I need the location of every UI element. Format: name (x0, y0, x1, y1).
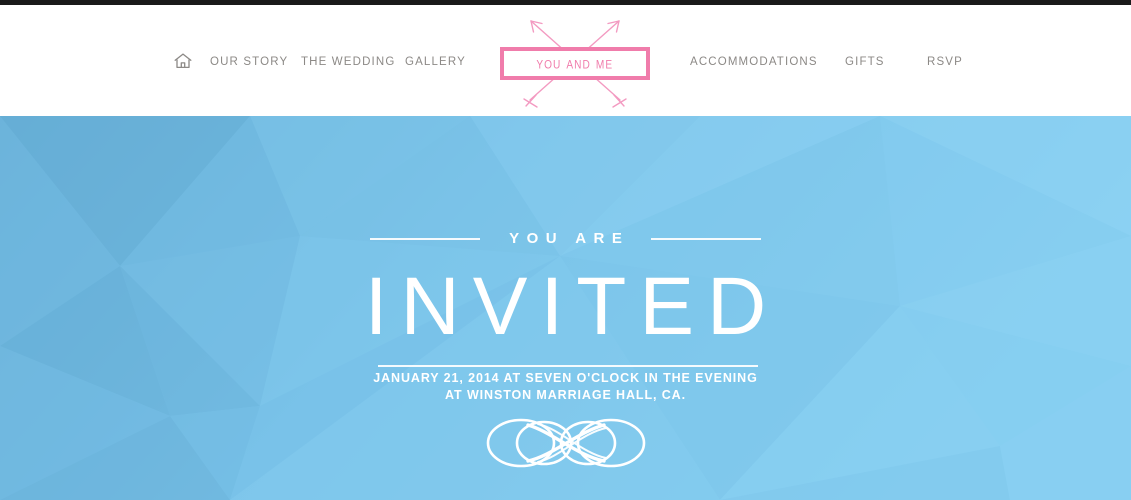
home-icon[interactable] (172, 51, 194, 71)
nav-item-gallery[interactable]: GALLERY (405, 56, 466, 68)
hero-venue-line: AT WINSTON MARRIAGE HALL, CA. (445, 388, 686, 402)
hero-divider-rule (378, 365, 758, 367)
nav-item-accommodations[interactable]: ACCOMMODATIONS (690, 56, 818, 68)
eyebrow-rule-right (651, 237, 762, 240)
calligraphic-flourish-ornament (466, 412, 666, 474)
logo-text: You and Me (536, 53, 614, 73)
main-navigation: OUR STORY THE WEDDING GALLERY ACCOMMODAT… (0, 5, 1131, 116)
nav-item-gifts[interactable]: GIFTS (845, 56, 885, 68)
eyebrow-rule-left (369, 237, 480, 240)
nav-item-our-story[interactable]: OUR STORY (210, 56, 288, 68)
hero-details: JANUARY 21, 2014 AT SEVEN O'CLOCK IN THE… (0, 370, 1131, 404)
hero-content: YOU ARE INVITED JANUARY 21, 2014 AT SEVE… (0, 116, 1131, 500)
hero-headline: INVITED (364, 261, 780, 352)
nav-item-the-wedding[interactable]: THE WEDDING (301, 56, 395, 68)
nav-item-rsvp[interactable]: RSVP (927, 56, 963, 68)
wedding-invitation-page: OUR STORY THE WEDDING GALLERY ACCOMMODAT… (0, 0, 1131, 500)
site-logo[interactable]: You and Me (499, 10, 651, 115)
hero-banner: YOU ARE INVITED JANUARY 21, 2014 AT SEVE… (0, 116, 1131, 500)
hero-date-line: JANUARY 21, 2014 AT SEVEN O'CLOCK IN THE… (373, 371, 758, 385)
hero-eyebrow-row: YOU ARE (0, 230, 1131, 247)
hero-eyebrow: YOU ARE (509, 230, 630, 247)
logo-box: You and Me (500, 47, 650, 80)
